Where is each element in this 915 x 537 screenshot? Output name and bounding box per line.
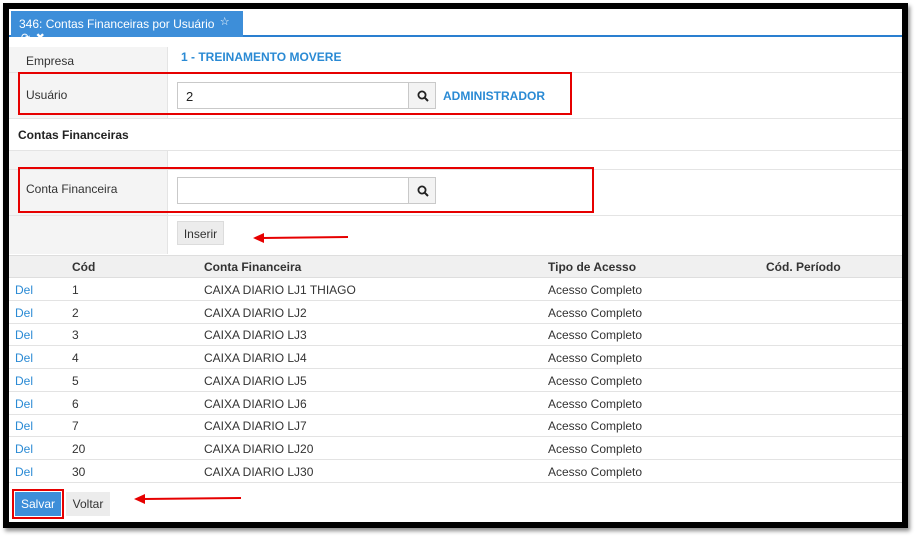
cell-cod: 3 xyxy=(72,328,79,342)
cell-conta: CAIXA DIARIO LJ4 xyxy=(204,351,307,365)
delete-link[interactable]: Del xyxy=(15,283,33,297)
inserir-label-cell xyxy=(9,216,167,254)
cell-conta: CAIXA DIARIO LJ20 xyxy=(204,442,314,456)
divider xyxy=(9,150,902,151)
cell-cod: 7 xyxy=(72,419,79,433)
page-content: 346: Contas Financeiras por Usuário ☆ ⟳ … xyxy=(9,9,902,522)
highlight-salvar xyxy=(12,489,64,519)
table-row: Del 7 CAIXA DIARIO LJ7 Acesso Completo xyxy=(9,415,902,437)
arrow-annotation xyxy=(134,494,242,504)
col-header-conta[interactable]: Conta Financeira xyxy=(204,260,301,274)
cell-tipo: Acesso Completo xyxy=(548,465,643,479)
col-header-periodo[interactable]: Cód. Período xyxy=(766,260,841,274)
cell-conta: CAIXA DIARIO LJ30 xyxy=(204,465,314,479)
cell-cod: 30 xyxy=(72,465,86,479)
cell-tipo: Acesso Completo xyxy=(548,397,643,411)
delete-link[interactable]: Del xyxy=(15,442,33,456)
table-row: Del 20 CAIXA DIARIO LJ20 Acesso Completo xyxy=(9,438,902,460)
cell-tipo: Acesso Completo xyxy=(548,283,643,297)
table-row: Del 5 CAIXA DIARIO LJ5 Acesso Completo xyxy=(9,370,902,392)
cell-tipo: Acesso Completo xyxy=(548,419,643,433)
section-title: Contas Financeiras xyxy=(18,128,129,142)
delete-link[interactable]: Del xyxy=(15,328,33,342)
inserir-button[interactable]: Inserir xyxy=(177,221,224,245)
tab-contas-financeiras[interactable]: 346: Contas Financeiras por Usuário ☆ ⟳ … xyxy=(11,11,243,44)
table-row: Del 2 CAIXA DIARIO LJ2 Acesso Completo xyxy=(9,302,902,324)
arrow-annotation xyxy=(253,233,349,243)
empresa-value: 1 - TREINAMENTO MOVERE xyxy=(181,50,342,64)
delete-link[interactable]: Del xyxy=(15,397,33,411)
divider xyxy=(9,118,902,119)
cell-tipo: Acesso Completo xyxy=(548,442,643,456)
table-header: Cód Conta Financeira Tipo de Acesso Cód.… xyxy=(9,255,902,278)
cell-tipo: Acesso Completo xyxy=(548,374,643,388)
cell-tipo: Acesso Completo xyxy=(548,328,643,342)
cell-cod: 4 xyxy=(72,351,79,365)
highlight-usuario xyxy=(18,72,572,115)
col-header-cod[interactable]: Cód xyxy=(72,260,95,274)
cell-cod: 6 xyxy=(72,397,79,411)
tab-title: 346: Contas Financeiras por Usuário xyxy=(19,17,215,31)
table-row: Del 3 CAIXA DIARIO LJ3 Acesso Completo xyxy=(9,324,902,346)
table-row: Del 1 CAIXA DIARIO LJ1 THIAGO Acesso Com… xyxy=(9,279,902,301)
cell-conta: CAIXA DIARIO LJ2 xyxy=(204,306,307,320)
voltar-button[interactable]: Voltar xyxy=(66,492,110,516)
divider xyxy=(9,215,902,216)
delete-link[interactable]: Del xyxy=(15,306,33,320)
close-icon[interactable]: ✖ xyxy=(36,31,45,44)
cell-cod: 5 xyxy=(72,374,79,388)
cell-tipo: Acesso Completo xyxy=(548,351,643,365)
cell-tipo: Acesso Completo xyxy=(548,306,643,320)
cell-conta: CAIXA DIARIO LJ1 THIAGO xyxy=(204,283,356,297)
cell-conta: CAIXA DIARIO LJ6 xyxy=(204,397,307,411)
cell-cod: 2 xyxy=(72,306,79,320)
delete-link[interactable]: Del xyxy=(15,419,33,433)
col-header-tipo[interactable]: Tipo de Acesso xyxy=(548,260,636,274)
refresh-icon[interactable]: ⟳ xyxy=(21,31,30,44)
table-row: Del 4 CAIXA DIARIO LJ4 Acesso Completo xyxy=(9,347,902,369)
cell-cod: 20 xyxy=(72,442,86,456)
delete-link[interactable]: Del xyxy=(15,351,33,365)
highlight-conta xyxy=(18,167,594,213)
window-frame: 346: Contas Financeiras por Usuário ☆ ⟳ … xyxy=(3,3,908,528)
delete-link[interactable]: Del xyxy=(15,374,33,388)
table-row: Del 30 CAIXA DIARIO LJ30 Acesso Completo xyxy=(9,461,902,483)
cell-conta: CAIXA DIARIO LJ5 xyxy=(204,374,307,388)
cell-conta: CAIXA DIARIO LJ7 xyxy=(204,419,307,433)
table-row: Del 6 CAIXA DIARIO LJ6 Acesso Completo xyxy=(9,393,902,415)
star-icon[interactable]: ☆ xyxy=(220,15,230,28)
cell-conta: CAIXA DIARIO LJ3 xyxy=(204,328,307,342)
tab-bar: 346: Contas Financeiras por Usuário ☆ ⟳ … xyxy=(9,9,902,44)
delete-link[interactable]: Del xyxy=(15,465,33,479)
cell-cod: 1 xyxy=(72,283,79,297)
empresa-label: Empresa xyxy=(26,54,75,68)
